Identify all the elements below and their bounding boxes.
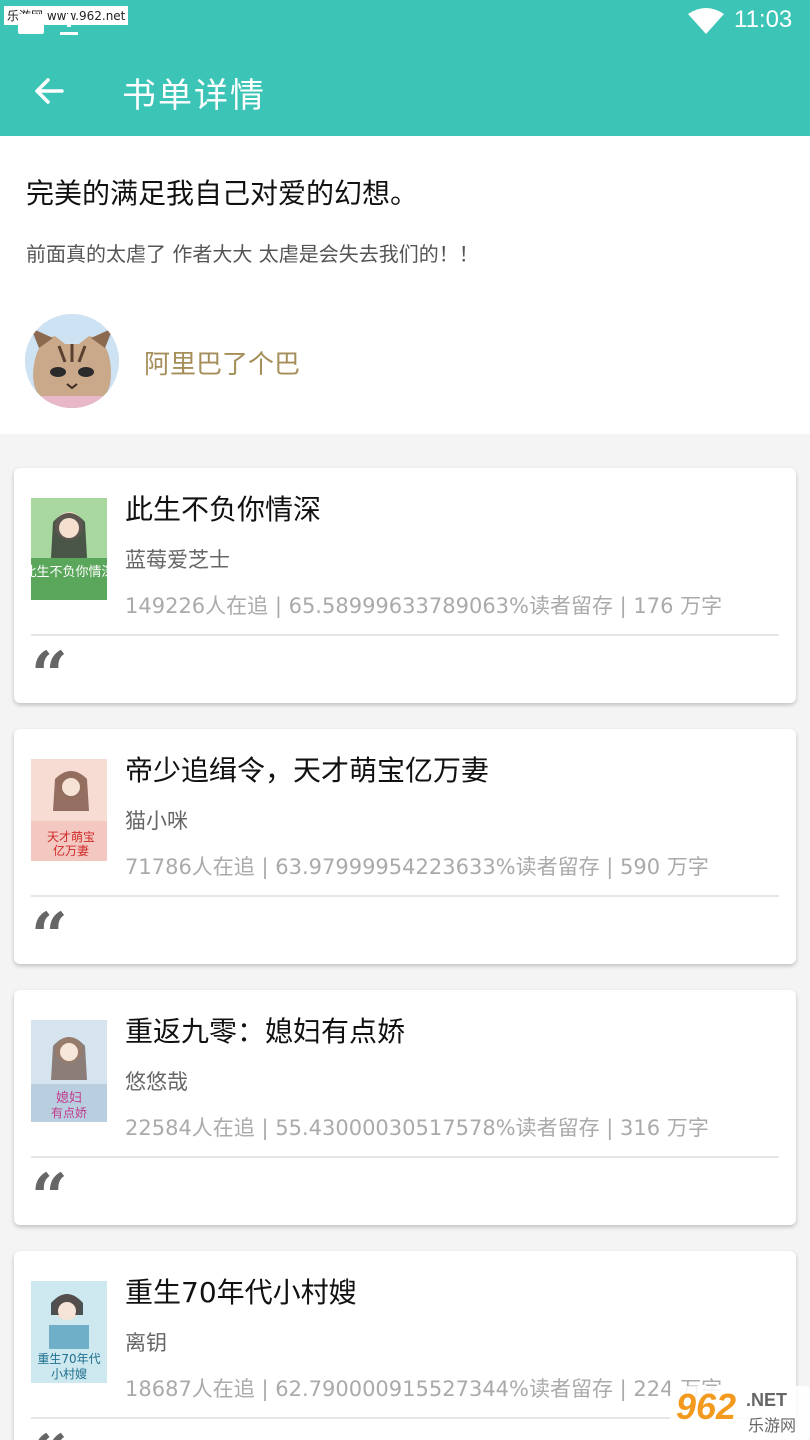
cover-image: 媳妇 有点娇 — [31, 1020, 107, 1122]
book-author: 猫小咪 — [125, 809, 188, 833]
book-cover: 重生70年代 小村嫂 — [31, 1281, 107, 1383]
wifi-icon — [688, 8, 724, 34]
quote-icon: “ — [31, 1160, 68, 1235]
svg-text:天才萌宝: 天才萌宝 — [47, 830, 95, 844]
quote-icon: “ — [31, 899, 68, 974]
quote-icon: “ — [31, 638, 68, 713]
book-author: 离钥 — [125, 1331, 167, 1355]
page-title: 书单详情 — [122, 76, 266, 116]
divider — [31, 634, 779, 636]
book-author: 悠悠哉 — [125, 1070, 188, 1094]
booklist-description: 前面真的太虐了 作者大大 太虐是会失去我们的！！ — [26, 242, 479, 266]
cover-image: 天才萌宝 亿万妻 — [31, 759, 107, 861]
book-stats: 71786人在追 | 63.97999954223633%读者留存 | 590 … — [125, 855, 709, 879]
nav-bar: 书单详情 — [0, 46, 810, 136]
avatar[interactable] — [25, 314, 119, 408]
download-icon — [58, 14, 80, 36]
booklist-title: 完美的满足我自己对爱的幻想。 — [26, 177, 419, 210]
svg-text:小村嫂: 小村嫂 — [51, 1367, 87, 1381]
status-time: 11:03 — [734, 6, 793, 33]
book-stats: 22584人在追 | 55.43000030517578%读者留存 | 316 … — [125, 1116, 709, 1140]
app-header: 乐游网 www.962.net 11:03 书单详情 — [0, 0, 810, 136]
badge-number: 962 — [676, 1386, 737, 1427]
book-stats: 18687人在追 | 62.790000915527344%读者留存 | 224… — [125, 1377, 723, 1401]
book-title: 此生不负你情深 — [125, 493, 322, 526]
status-bar: 乐游网 www.962.net 11:03 — [0, 0, 810, 46]
book-card[interactable]: 天才萌宝 亿万妻 帝少追缉令，天才萌宝亿万妻 猫小咪 71786人在追 | 63… — [14, 729, 796, 969]
notification-icon — [18, 14, 44, 34]
status-icons — [18, 14, 80, 36]
back-button[interactable] — [24, 66, 74, 116]
divider — [31, 1417, 779, 1419]
book-card[interactable]: 此生不负你情深 此生不负你情深 蓝莓爱芝士 149226人在追 | 65.589… — [14, 468, 796, 708]
cover-image: 重生70年代 小村嫂 — [31, 1281, 107, 1383]
badge-label: 乐游网 — [748, 1416, 797, 1435]
svg-text:媳妇: 媳妇 — [56, 1090, 82, 1106]
divider — [31, 895, 779, 897]
quote-icon: “ — [31, 1427, 68, 1440]
book-cover: 媳妇 有点娇 — [31, 1020, 107, 1122]
book-cover: 天才萌宝 亿万妻 — [31, 759, 107, 861]
booklist-author-name[interactable]: 阿里巴了个巴 — [144, 344, 300, 381]
svg-text:亿万妻: 亿万妻 — [53, 843, 89, 858]
cat-avatar-image — [25, 314, 119, 408]
book-card[interactable]: 媳妇 有点娇 重返九零：媳妇有点娇 悠悠哉 22584人在追 | 55.4300… — [14, 990, 796, 1230]
arrow-left-icon — [35, 78, 64, 104]
book-title: 帝少追缉令，天才萌宝亿万妻 — [125, 754, 490, 787]
svg-text:重生70年代: 重生70年代 — [37, 1352, 100, 1366]
svg-text:此生不负你情深: 此生不负你情深 — [31, 565, 107, 580]
divider — [31, 1156, 779, 1158]
book-title: 重返九零：媳妇有点娇 — [125, 1015, 406, 1048]
book-title: 重生70年代小村嫂 — [125, 1276, 357, 1309]
book-cover: 此生不负你情深 — [31, 498, 107, 600]
booklist-header: 完美的满足我自己对爱的幻想。 前面真的太虐了 作者大大 太虐是会失去我们的！！ … — [0, 136, 810, 434]
cover-image: 此生不负你情深 — [31, 498, 107, 600]
badge-suffix: .NET — [746, 1390, 788, 1410]
site-watermark-badge: 962 .NET 乐游网 — [670, 1386, 810, 1440]
book-stats: 149226人在追 | 65.58999633789063%读者留存 | 176… — [125, 594, 723, 618]
book-author: 蓝莓爱芝士 — [125, 548, 230, 572]
svg-text:有点娇: 有点娇 — [51, 1106, 87, 1120]
